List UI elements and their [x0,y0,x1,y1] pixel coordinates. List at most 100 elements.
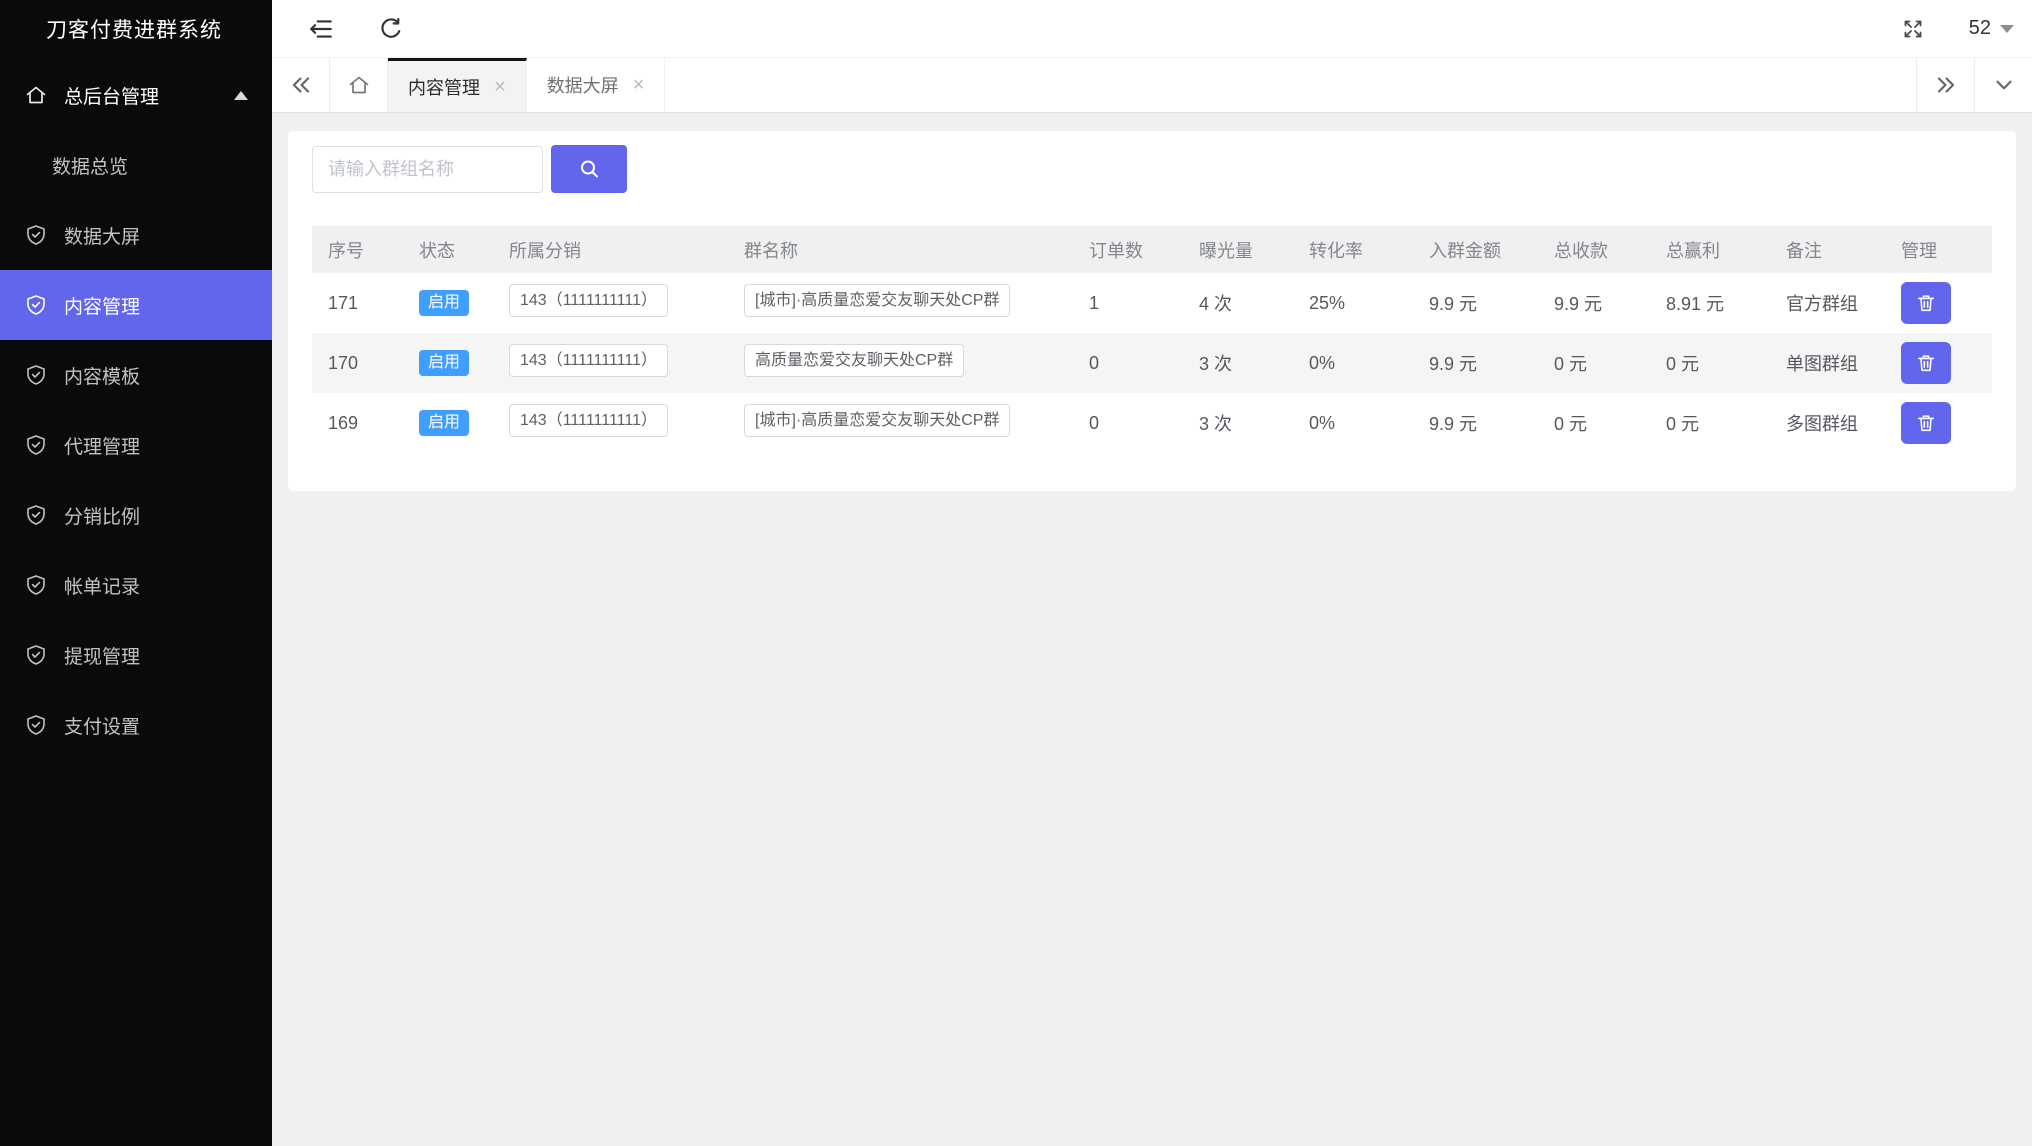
cell-conversion: 0% [1297,333,1417,393]
sidebar-item-content-mgmt[interactable]: 内容管理 [0,270,272,340]
shield-check-icon [24,503,48,527]
delete-button[interactable] [1901,282,1951,324]
fullscreen-icon[interactable] [1901,17,1925,41]
shield-check-icon [24,223,48,247]
sidebar-item-data-screen[interactable]: 数据大屏 [0,200,272,270]
trash-icon [1915,292,1937,314]
cell-join-amount: 9.9 元 [1417,393,1542,453]
user-dropdown[interactable]: 52 [1969,17,2014,40]
cell-remark: 官方群组 [1774,273,1889,333]
tab-label: 数据大屏 [547,72,619,98]
groups-table: 序号 状态 所属分销 群名称 订单数 曝光量 转化率 入群金额 总收款 总赢利 … [312,226,1992,453]
group-name-box: 高质量恋爱交友聊天处CP群 [744,344,964,377]
shield-check-icon [24,293,48,317]
search-button[interactable] [551,145,627,193]
tab-data-screen[interactable]: 数据大屏 × [527,58,666,112]
distributor-box: 143（1111111111） [509,404,668,437]
status-badge: 启用 [419,350,469,376]
sidebar-item-content-template[interactable]: 内容模板 [0,340,272,410]
col-header-total-received: 总收款 [1542,226,1654,273]
shield-check-icon [24,643,48,667]
search-row [312,145,1992,193]
col-header-total-profit: 总赢利 [1654,226,1774,273]
col-header-remark: 备注 [1774,226,1889,273]
topbar-right: 52 [1901,17,2032,41]
cell-total-received: 9.9 元 [1542,273,1654,333]
sidebar-item-label: 代理管理 [64,432,140,459]
cell-id: 169 [312,393,407,453]
home-icon [24,83,48,107]
cell-total-profit: 0 元 [1654,333,1774,393]
cell-orders: 0 [1077,333,1187,393]
cell-join-amount: 9.9 元 [1417,273,1542,333]
trash-icon [1915,412,1937,434]
tabbar: 内容管理 × 数据大屏 × [272,58,2032,113]
sidebar-item-distribution-ratio[interactable]: 分销比例 [0,480,272,550]
tab-label: 内容管理 [408,74,480,100]
shield-check-icon [24,573,48,597]
close-icon[interactable]: × [633,75,645,95]
delete-button[interactable] [1901,342,1951,384]
cell-orders: 1 [1077,273,1187,333]
tab-home-button[interactable] [330,58,388,112]
cell-total-received: 0 元 [1542,333,1654,393]
search-icon [577,157,601,181]
sidebar-menu: 总后台管理 数据总览 数据大屏 内容管理 [0,58,272,760]
tab-content-mgmt[interactable]: 内容管理 × [388,58,527,112]
cell-total-profit: 0 元 [1654,393,1774,453]
col-header-group-name: 群名称 [732,226,1077,273]
refresh-icon[interactable] [378,16,404,42]
cell-join-amount: 9.9 元 [1417,333,1542,393]
caret-down-icon [2000,25,2014,33]
col-header-distributor: 所属分销 [497,226,732,273]
content-card: 序号 状态 所属分销 群名称 订单数 曝光量 转化率 入群金额 总收款 总赢利 … [288,131,2016,491]
col-header-status: 状态 [407,226,497,273]
shield-check-icon [24,363,48,387]
sidebar-item-withdrawal-mgmt[interactable]: 提现管理 [0,620,272,690]
main-content: 序号 状态 所属分销 群名称 订单数 曝光量 转化率 入群金额 总收款 总赢利 … [272,114,2032,1146]
trash-icon [1915,352,1937,374]
sidebar-item-agent-mgmt[interactable]: 代理管理 [0,410,272,480]
sidebar-item-label: 支付设置 [64,712,140,739]
status-badge: 启用 [419,290,469,316]
col-header-exposure: 曝光量 [1187,226,1297,273]
sidebar-item-billing-records[interactable]: 帐单记录 [0,550,272,620]
sidebar-item-label: 数据大屏 [64,222,140,249]
sidebar-item-admin-root[interactable]: 总后台管理 [0,60,272,130]
col-header-join-amount: 入群金额 [1417,226,1542,273]
cell-conversion: 25% [1297,273,1417,333]
cell-id: 171 [312,273,407,333]
cell-conversion: 0% [1297,393,1417,453]
tabbar-spacer [665,58,1916,112]
sidebar-item-label: 分销比例 [64,502,140,529]
tabs-menu-button[interactable] [1974,58,2032,112]
cell-exposure: 4 次 [1187,273,1297,333]
col-header-orders: 订单数 [1077,226,1187,273]
sidebar-item-data-overview[interactable]: 数据总览 [0,130,272,200]
col-header-manage: 管理 [1889,226,1992,273]
distributor-box: 143（1111111111） [509,344,668,377]
close-icon[interactable]: × [494,77,506,97]
shield-check-icon [24,713,48,737]
topbar: 52 [272,0,2032,58]
sidebar-item-label: 数据总览 [52,152,128,179]
cell-orders: 0 [1077,393,1187,453]
cell-total-profit: 8.91 元 [1654,273,1774,333]
sidebar-item-payment-settings[interactable]: 支付设置 [0,690,272,760]
cell-exposure: 3 次 [1187,333,1297,393]
menu-fold-icon[interactable] [308,16,334,42]
col-header-id: 序号 [312,226,407,273]
cell-exposure: 3 次 [1187,393,1297,453]
cell-remark: 多图群组 [1774,393,1889,453]
app-title: 刀客付费进群系统 [0,0,272,58]
tabs-scroll-left-button[interactable] [272,58,330,112]
table-row: 169 启用 143（1111111111） [城市]·高质量恋爱交友聊天处CP… [312,393,1992,453]
user-name: 52 [1969,17,1991,40]
group-name-search-input[interactable] [312,146,543,193]
caret-up-icon [234,91,248,100]
table-row: 170 启用 143（1111111111） 高质量恋爱交友聊天处CP群 0 3… [312,333,1992,393]
delete-button[interactable] [1901,402,1951,444]
cell-id: 170 [312,333,407,393]
tabs-scroll-right-button[interactable] [1916,58,1974,112]
cell-total-received: 0 元 [1542,393,1654,453]
